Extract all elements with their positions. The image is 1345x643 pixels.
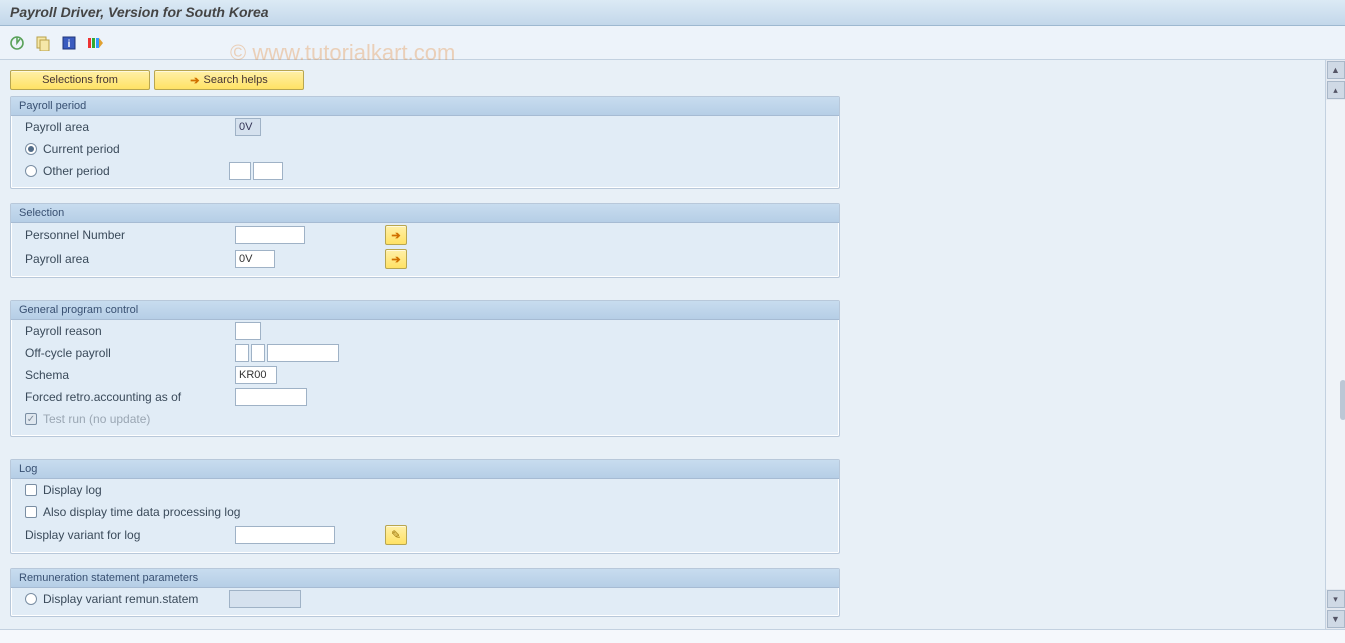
label-display-log: Display log [43,483,102,497]
scroll-down-icon[interactable]: ▼ [1327,610,1345,628]
scroll-page-up-icon[interactable]: ▴ [1327,81,1345,99]
group-title-general: General program control [11,301,839,320]
remun-variant-input[interactable] [229,590,301,608]
radio-display-variant-remun[interactable] [25,593,37,605]
group-payroll-period: Payroll period Payroll area Current peri… [10,96,840,189]
scroll-page-down-icon[interactable]: ▾ [1327,590,1345,608]
multiple-selection-personnel[interactable]: ➔ [385,225,407,245]
group-title-payroll-period: Payroll period [11,97,839,116]
label-current-period: Current period [43,142,120,156]
svg-text:i: i [68,39,71,50]
group-log: Log Display log Also display time data p… [10,459,840,554]
group-remuneration: Remuneration statement parameters Displa… [10,568,840,617]
label-selection-payroll-area: Payroll area [25,252,235,266]
selections-from-label: Selections from [42,74,118,86]
checkbox-display-log[interactable] [25,484,37,496]
info-icon[interactable]: i [60,34,78,52]
label-display-variant-log: Display variant for log [25,528,235,542]
label-payroll-reason: Payroll reason [25,324,235,338]
selection-payroll-area-input[interactable] [235,250,275,268]
arrow-right-icon: ➔ [391,253,400,266]
content-area: Selections from ➔ Search helps Payroll p… [0,60,1325,629]
scroll-handle[interactable] [1340,380,1345,420]
get-variant-icon[interactable] [34,34,52,52]
label-forced-retro: Forced retro.accounting as of [25,390,235,404]
vertical-scrollbar[interactable]: ▲ ▴ ▾ ▼ [1325,60,1345,629]
page-title: Payroll Driver, Version for South Korea [0,0,1345,26]
scroll-track[interactable] [1326,100,1345,589]
display-variant-log-input[interactable] [235,526,335,544]
checkbox-time-data-log[interactable] [25,506,37,518]
label-schema: Schema [25,368,235,382]
other-period-input-b[interactable] [253,162,283,180]
payroll-area-input[interactable] [235,118,261,136]
label-offcycle: Off-cycle payroll [25,346,235,360]
label-test-run: Test run (no update) [43,412,150,426]
radio-current-period[interactable] [25,143,37,155]
app-toolbar: i [0,26,1345,60]
label-personnel-number: Personnel Number [25,228,235,242]
group-selection: Selection Personnel Number ➔ Payroll are… [10,203,840,278]
arrow-right-icon: ➔ [391,229,400,242]
radio-other-period[interactable] [25,165,37,177]
payroll-reason-input[interactable] [235,322,261,340]
label-display-variant-remun: Display variant remun.statem [43,592,229,606]
group-title-log: Log [11,460,839,479]
pencil-icon: ✎ [391,528,401,542]
offcycle-input-a[interactable] [235,344,249,362]
execute-icon[interactable] [8,34,26,52]
label-other-period: Other period [43,164,229,178]
schema-input[interactable] [235,366,277,384]
group-title-selection: Selection [11,204,839,223]
edit-variant-button[interactable]: ✎ [385,525,407,545]
personnel-number-input[interactable] [235,226,305,244]
search-helps-label: Search helps [204,74,268,86]
multiple-selection-payroll-area[interactable]: ➔ [385,249,407,269]
label-time-data-log: Also display time data processing log [43,505,240,519]
selections-from-button[interactable]: Selections from [10,70,150,90]
scroll-up-icon[interactable]: ▲ [1327,61,1345,79]
other-period-input-a[interactable] [229,162,251,180]
forced-retro-input[interactable] [235,388,307,406]
offcycle-input-c[interactable] [267,344,339,362]
arrow-right-icon: ➔ [190,74,199,87]
group-general-program-control: General program control Payroll reason O… [10,300,840,437]
offcycle-input-b[interactable] [251,344,265,362]
checkbox-test-run [25,413,37,425]
label-payroll-area: Payroll area [25,120,235,134]
status-bar [0,629,1345,643]
search-helps-button[interactable]: ➔ Search helps [154,70,304,90]
selection-options-icon[interactable] [86,34,104,52]
group-title-remuneration: Remuneration statement parameters [11,569,839,588]
